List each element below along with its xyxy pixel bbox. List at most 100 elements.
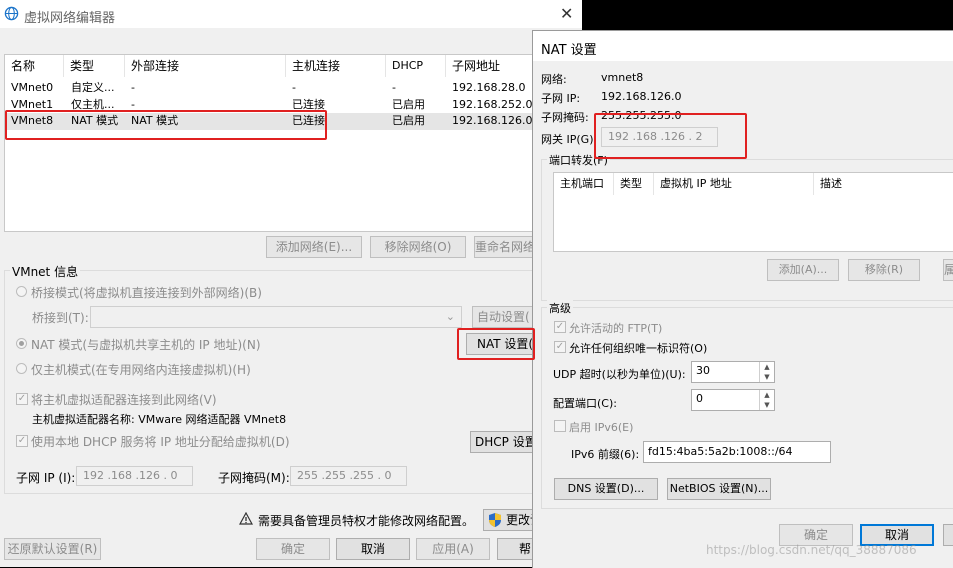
cell: - — [131, 98, 135, 111]
subnet-ip-label: 子网 IP: — [541, 92, 581, 105]
bridged-to-select[interactable]: ⌄ — [90, 306, 462, 328]
bridged-mode-label: 桥接模式(将虚拟机直接连接到外部网络)(B) — [31, 286, 262, 300]
vmnet-info-group — [4, 270, 546, 494]
subnet-ip-field[interactable]: 192 .168 .126 . 0 — [76, 466, 193, 486]
network-value: vmnet8 — [601, 71, 644, 84]
cell: 已连接 — [292, 98, 325, 111]
cell: 192.168.28.0 — [452, 81, 526, 94]
pf-col-description[interactable]: 描述 — [814, 173, 953, 195]
cell: 已启用 — [392, 98, 425, 111]
ipv6-prefix-field[interactable]: fd15:4ba5:5a2b:1008::/64 — [643, 441, 831, 463]
restore-defaults-button[interactable]: 还原默认设置(R) — [4, 538, 101, 560]
col-subnet[interactable]: 子网地址 — [446, 55, 535, 77]
col-name[interactable]: 名称 — [5, 55, 64, 77]
allow-oui-label: 允许任何组织唯一标识符(O) — [569, 342, 708, 355]
nat-mode-label: NAT 模式(与虚拟机共享主机的 IP 地址)(N) — [31, 338, 261, 352]
port-forwarding-list[interactable]: 主机端口 类型 虚拟机 IP 地址 描述 — [553, 172, 953, 252]
cell: 自定义... — [71, 81, 115, 94]
cell: NAT 模式 — [131, 114, 179, 127]
remove-network-button[interactable]: 移除网络(O) — [370, 236, 466, 258]
use-dhcp-label: 使用本地 DHCP 服务将 IP 地址分配给虚拟机(D) — [31, 435, 290, 449]
subnet-mask-field[interactable]: 255 .255 .255 . 0 — [290, 466, 407, 486]
close-icon[interactable]: ✕ — [560, 4, 573, 23]
nat-window-title: NAT 设置 — [541, 43, 597, 58]
ipv6-prefix-label: IPv6 前缀(6): — [571, 448, 640, 461]
table-row[interactable]: VMnet1 仅主机... - 已连接 已启用 192.168.252.0 — [5, 97, 535, 113]
config-port-spinner[interactable]: 0 ▲ ▼ — [691, 389, 775, 411]
cell: 已启用 — [392, 114, 425, 127]
cell: VMnet8 — [11, 114, 54, 127]
spin-down-icon[interactable]: ▼ — [759, 400, 774, 410]
cell: 已连接 — [292, 114, 325, 127]
subnet-mask-label: 子网掩码(M): — [218, 471, 290, 485]
cell: - — [131, 81, 135, 94]
use-dhcp-checkbox[interactable]: ✓ — [16, 435, 28, 447]
cell: 仅主机... — [71, 98, 115, 111]
port-forwarding-label: 端口转发(F) — [547, 152, 610, 168]
network-list: 名称 类型 外部连接 主机连接 DHCP 子网地址 VMnet0 自定义... … — [4, 54, 536, 232]
pf-col-type[interactable]: 类型 — [614, 173, 654, 195]
spin-down-icon[interactable]: ▼ — [759, 372, 774, 382]
col-dhcp[interactable]: DHCP — [386, 55, 446, 77]
col-host[interactable]: 主机连接 — [286, 55, 386, 77]
col-external[interactable]: 外部连接 — [125, 55, 286, 77]
uac-shield-icon — [488, 512, 502, 530]
config-port-value: 0 — [696, 392, 703, 405]
table-row-selected[interactable]: VMnet8 NAT 模式 NAT 模式 已连接 已启用 192.168.126… — [5, 113, 535, 130]
host-only-radio[interactable] — [16, 363, 27, 374]
pf-remove-button[interactable]: 移除(R) — [848, 259, 920, 281]
netbios-settings-button[interactable]: NetBIOS 设置(N)... — [667, 478, 771, 500]
rename-network-button[interactable]: 重命名网络 — [474, 236, 536, 258]
bridged-mode-radio[interactable] — [16, 286, 27, 297]
subnet-mask-label: 子网掩码: — [541, 111, 589, 124]
bridged-to-label: 桥接到(T): — [32, 311, 89, 325]
pf-properties-button[interactable]: 属 — [943, 259, 953, 281]
allow-oui-checkbox[interactable]: ✓ — [554, 341, 566, 353]
nat-help-button[interactable] — [943, 524, 953, 546]
cancel-button[interactable]: 取消 — [336, 538, 410, 560]
subnet-mask-value: 255.255.255.0 — [601, 109, 682, 122]
config-port-label: 配置端口(C): — [553, 397, 617, 410]
cell: 192.168.252.0 — [452, 98, 533, 111]
nat-settings-window: NAT 设置 网络: vmnet8 子网 IP: 192.168.126.0 子… — [532, 30, 953, 568]
title-bar: 虚拟网络编辑器 ✕ — [0, 0, 582, 28]
cell: - — [392, 81, 396, 94]
host-only-label: 仅主机模式(在专用网络内连接虚拟机)(H) — [31, 363, 251, 377]
nat-mode-radio[interactable] — [16, 338, 27, 349]
window-title: 虚拟网络编辑器 — [24, 11, 116, 26]
connect-adapter-checkbox[interactable]: ✓ — [16, 393, 28, 405]
cell: 192.168.126.0 — [452, 114, 533, 127]
advanced-label: 高级 — [547, 300, 573, 316]
app-globe-icon — [4, 6, 19, 24]
col-type[interactable]: 类型 — [64, 55, 125, 77]
change-settings-button[interactable]: 更改设 — [483, 509, 539, 531]
gateway-ip-field[interactable]: 192 .168 .126 . 2 — [601, 127, 718, 147]
pf-col-vm-ip[interactable]: 虚拟机 IP 地址 — [654, 173, 814, 195]
table-row[interactable]: VMnet0 自定义... - - - 192.168.28.0 — [5, 80, 535, 96]
udp-timeout-spinner[interactable]: 30 ▲ ▼ — [691, 361, 775, 383]
enable-ipv6-checkbox[interactable] — [554, 420, 566, 432]
spin-up-icon[interactable]: ▲ — [759, 390, 774, 400]
admin-notice-text: 需要具备管理员特权才能修改网络配置。 — [258, 514, 475, 528]
pf-add-button[interactable]: 添加(A)... — [767, 259, 839, 281]
nat-settings-button[interactable]: NAT 设置( — [466, 333, 538, 355]
apply-button[interactable]: 应用(A) — [416, 538, 490, 560]
ok-button[interactable]: 确定 — [256, 538, 330, 560]
pf-col-host-port[interactable]: 主机端口 — [554, 173, 614, 195]
chevron-down-icon: ⌄ — [445, 310, 455, 323]
vmnet-info-label: VMnet 信息 — [10, 263, 81, 280]
network-label: 网络: — [541, 73, 567, 86]
watermark: https://blog.csdn.net/qq_38887086 — [706, 543, 917, 557]
add-network-button[interactable]: 添加网络(E)... — [266, 236, 362, 258]
network-list-header: 名称 类型 外部连接 主机连接 DHCP 子网地址 — [5, 55, 535, 77]
virtual-network-editor-window: 虚拟网络编辑器 ✕ 名称 类型 外部连接 主机连接 DHCP 子网地址 VMne… — [0, 0, 582, 567]
adapter-name-text: 主机虚拟适配器名称: VMware 网络适配器 VMnet8 — [32, 413, 287, 426]
subnet-ip-value: 192.168.126.0 — [601, 90, 682, 103]
spin-up-icon[interactable]: ▲ — [759, 362, 774, 372]
warning-icon — [238, 511, 254, 528]
allow-ftp-label: 允许活动的 FTP(T) — [569, 322, 663, 335]
allow-ftp-checkbox[interactable]: ✓ — [554, 321, 566, 333]
dns-settings-button[interactable]: DNS 设置(D)... — [554, 478, 658, 500]
cell: - — [292, 81, 296, 94]
cell: NAT 模式 — [71, 114, 119, 127]
